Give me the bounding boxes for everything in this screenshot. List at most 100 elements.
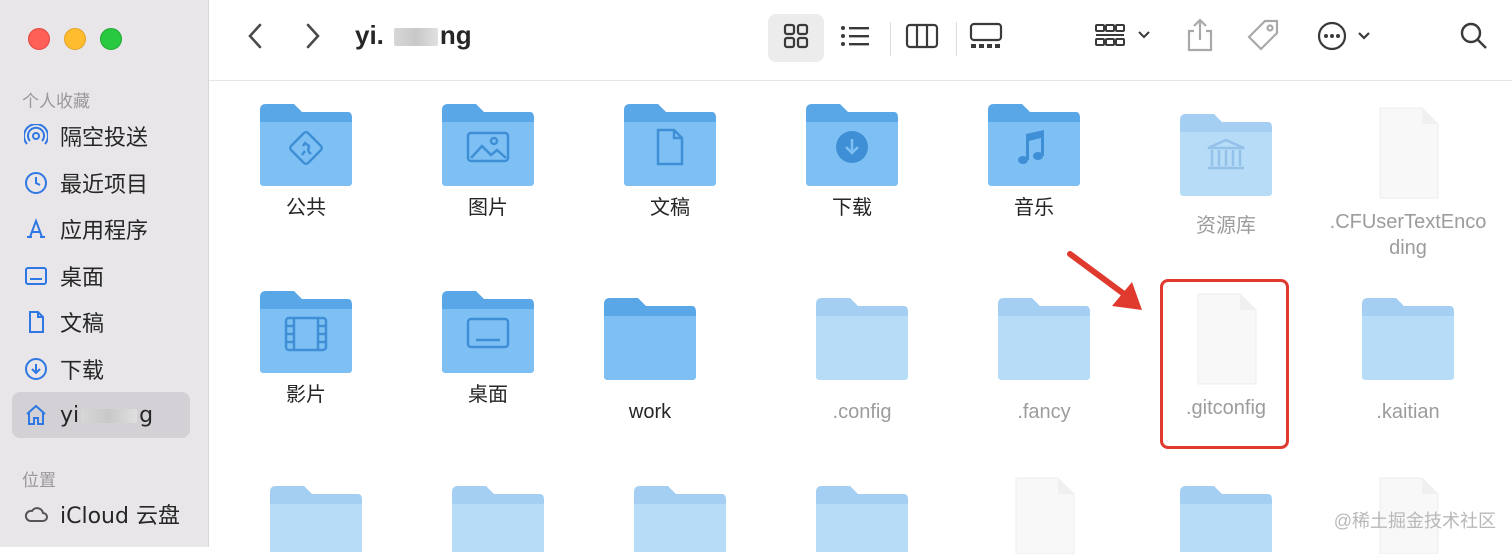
- file-item-label: 桌面: [468, 384, 508, 406]
- sidebar-item-label: 应用程序: [60, 219, 149, 244]
- folder-icon: [988, 104, 1080, 186]
- column-view-button[interactable]: [904, 23, 940, 54]
- file-item-desktop[interactable]: 桌面: [398, 287, 578, 408]
- redacted-text: [393, 28, 438, 47]
- download-icon: [22, 355, 50, 383]
- file-item-documents[interactable]: 文稿: [580, 100, 760, 221]
- sidebar-item-desktop[interactable]: 桌面: [12, 253, 190, 299]
- file-item-downloads[interactable]: 下载: [762, 100, 942, 221]
- forward-icon: [304, 22, 322, 55]
- file-item-music[interactable]: 音乐: [944, 100, 1124, 221]
- folder-icon: [270, 486, 362, 552]
- search-button[interactable]: [1458, 22, 1490, 54]
- gallery-view-icon: [969, 22, 1003, 55]
- close-window-button[interactable]: [28, 28, 50, 50]
- file-item-work[interactable]: work: [560, 294, 740, 425]
- sidebar-item-label: 最近项目: [60, 173, 149, 198]
- airdrop-icon: [22, 122, 50, 150]
- file-item-partial[interactable]: [590, 482, 770, 557]
- tag-button[interactable]: [1244, 18, 1282, 56]
- file-item-label: 公共: [286, 197, 326, 219]
- folder-icon: [1180, 486, 1272, 552]
- document-icon: [22, 308, 50, 336]
- toolbar-divider: [956, 22, 957, 56]
- sidebar-item-applications[interactable]: 应用程序: [12, 206, 190, 252]
- file-item-public[interactable]: 公共: [216, 100, 396, 221]
- folder-icon: [634, 486, 726, 552]
- folder-icon: [1362, 298, 1454, 380]
- minimize-window-button[interactable]: [64, 28, 86, 50]
- file-item-label: 文稿: [650, 197, 690, 219]
- favorites-section-label: 个人收藏: [22, 92, 90, 111]
- cloud-icon: [22, 500, 50, 528]
- file-item-config[interactable]: .config: [772, 294, 952, 425]
- desktop-icon: [22, 262, 50, 290]
- group-icon: [1093, 22, 1153, 55]
- folder-icon: [1180, 114, 1272, 196]
- column-view-icon: [905, 23, 939, 54]
- file-item-label: 图片: [468, 197, 508, 219]
- folder-icon: [260, 291, 352, 373]
- applications-icon: [22, 215, 50, 243]
- sidebar-item-icloud[interactable]: iCloud 云盘: [12, 491, 190, 537]
- toolbar-divider: [890, 22, 891, 56]
- file-icon: [1015, 477, 1075, 555]
- folder-icon: [816, 486, 908, 552]
- file-item-label: 下载: [832, 197, 872, 219]
- search-icon: [1459, 21, 1489, 56]
- file-item-partial[interactable]: [1136, 482, 1316, 557]
- sidebar-item-recents[interactable]: 最近项目: [12, 160, 190, 206]
- sidebar-item-label: 文稿: [60, 312, 105, 337]
- redacted-text: [81, 408, 138, 423]
- sidebar-item-home[interactable]: yi g: [12, 392, 190, 438]
- forward-button[interactable]: [296, 20, 330, 56]
- back-button[interactable]: [238, 20, 272, 56]
- folder-icon: [442, 291, 534, 373]
- more-actions-button[interactable]: [1314, 20, 1376, 56]
- file-item-partial[interactable]: [772, 482, 952, 557]
- gallery-view-button[interactable]: [968, 22, 1004, 55]
- folder-icon: [806, 104, 898, 186]
- group-button[interactable]: [1092, 22, 1154, 55]
- sidebar-item-airdrop[interactable]: 隔空投送: [12, 113, 190, 159]
- file-item-partial[interactable]: [408, 482, 588, 557]
- folder-icon: [452, 486, 544, 552]
- file-item-label: .config: [832, 401, 892, 423]
- folder-icon: [260, 104, 352, 186]
- back-icon: [246, 22, 264, 55]
- folder-icon: [442, 104, 534, 186]
- file-item-label: .kaitian: [1376, 401, 1440, 423]
- sidebar-item-downloads[interactable]: 下载: [12, 346, 190, 392]
- file-item-pictures[interactable]: 图片: [398, 100, 578, 221]
- sidebar: 个人收藏 隔空投送 最近项目 应用程序 桌面 文稿 下载 yi g 位置 iCl…: [0, 0, 209, 547]
- file-item-kaitian[interactable]: .kaitian: [1318, 294, 1498, 425]
- tag-icon: [1245, 17, 1281, 58]
- sidebar-item-documents[interactable]: 文稿: [12, 299, 190, 345]
- annotation-arrow-icon: [1067, 251, 1142, 310]
- sidebar-item-label: 桌面: [60, 266, 105, 291]
- file-item-movies[interactable]: 影片: [216, 287, 396, 408]
- highlight-box: [1160, 279, 1289, 449]
- list-view-icon: [839, 23, 871, 54]
- list-view-button[interactable]: [838, 24, 872, 52]
- zoom-window-button[interactable]: [100, 28, 122, 50]
- home-icon: [22, 401, 50, 429]
- locations-section-label: 位置: [22, 471, 56, 490]
- share-button[interactable]: [1184, 17, 1216, 58]
- share-icon: [1185, 17, 1215, 58]
- file-item-label: 资源库: [1196, 215, 1256, 237]
- window-title: yi. ng: [355, 20, 472, 50]
- icon-view-icon: [782, 22, 810, 55]
- file-item-label: 音乐: [1014, 197, 1054, 219]
- clock-icon: [22, 169, 50, 197]
- file-item-library[interactable]: 资源库: [1136, 110, 1316, 239]
- file-item-label: work: [628, 401, 672, 423]
- file-item-partial[interactable]: [954, 474, 1134, 559]
- watermark: @稀土掘金技术社区: [1333, 511, 1496, 531]
- sidebar-item-label: 隔空投送: [60, 126, 149, 151]
- file-item-cfusertextencoding[interactable]: .CFUserTextEnco ding: [1318, 104, 1498, 261]
- file-item-partial[interactable]: [226, 482, 406, 557]
- file-icon: [1379, 107, 1439, 199]
- more-icon: [1315, 19, 1375, 58]
- icon-view-button[interactable]: [780, 22, 812, 55]
